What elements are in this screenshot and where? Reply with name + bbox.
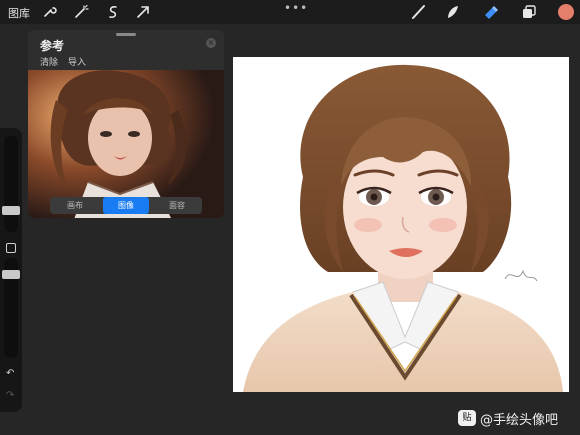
color-picker-button[interactable] bbox=[558, 4, 574, 20]
brush-size-thumb[interactable] bbox=[2, 206, 20, 215]
magic-wand-icon[interactable] bbox=[72, 3, 90, 21]
undo-button[interactable]: ↶ bbox=[6, 368, 14, 379]
reference-photo bbox=[28, 70, 224, 218]
watermark-text: @手绘头像吧 bbox=[480, 413, 559, 428]
reference-mode-segmented-control: 画布 图像 面容 bbox=[50, 197, 202, 214]
gallery-button[interactable]: 图库 bbox=[8, 5, 30, 21]
reference-panel: 参考 × 清除 导入 画布 图像 面容 bbox=[28, 30, 224, 218]
panel-drag-handle[interactable] bbox=[116, 33, 136, 36]
more-menu-button[interactable]: ••• bbox=[284, 1, 308, 15]
brush-size-slider[interactable] bbox=[4, 136, 18, 232]
panel-title: 参考 bbox=[40, 39, 65, 53]
clear-button[interactable]: 清除 bbox=[40, 55, 58, 68]
tieba-logo-icon: 贴 bbox=[458, 410, 476, 426]
tab-image[interactable]: 图像 bbox=[103, 197, 149, 214]
tab-canvas[interactable]: 画布 bbox=[52, 197, 98, 214]
tab-face[interactable]: 面容 bbox=[154, 197, 200, 214]
close-icon[interactable]: × bbox=[206, 38, 216, 48]
smudge-icon[interactable] bbox=[444, 3, 462, 21]
eraser-icon[interactable] bbox=[482, 3, 500, 21]
selection-s-icon[interactable] bbox=[104, 3, 122, 21]
wrench-icon[interactable] bbox=[40, 3, 58, 21]
brush-icon[interactable] bbox=[410, 3, 428, 21]
top-toolbar: 图库 ••• bbox=[0, 0, 580, 24]
redo-button[interactable]: ↷ bbox=[6, 390, 14, 401]
transform-arrow-icon[interactable] bbox=[134, 3, 152, 21]
drawing-canvas[interactable] bbox=[233, 57, 569, 392]
modify-button[interactable] bbox=[6, 243, 16, 253]
layers-icon[interactable] bbox=[520, 3, 538, 21]
opacity-thumb[interactable] bbox=[2, 270, 20, 279]
left-sidebar: ↶ ↷ bbox=[0, 128, 22, 412]
import-button[interactable]: 导入 bbox=[68, 55, 86, 68]
